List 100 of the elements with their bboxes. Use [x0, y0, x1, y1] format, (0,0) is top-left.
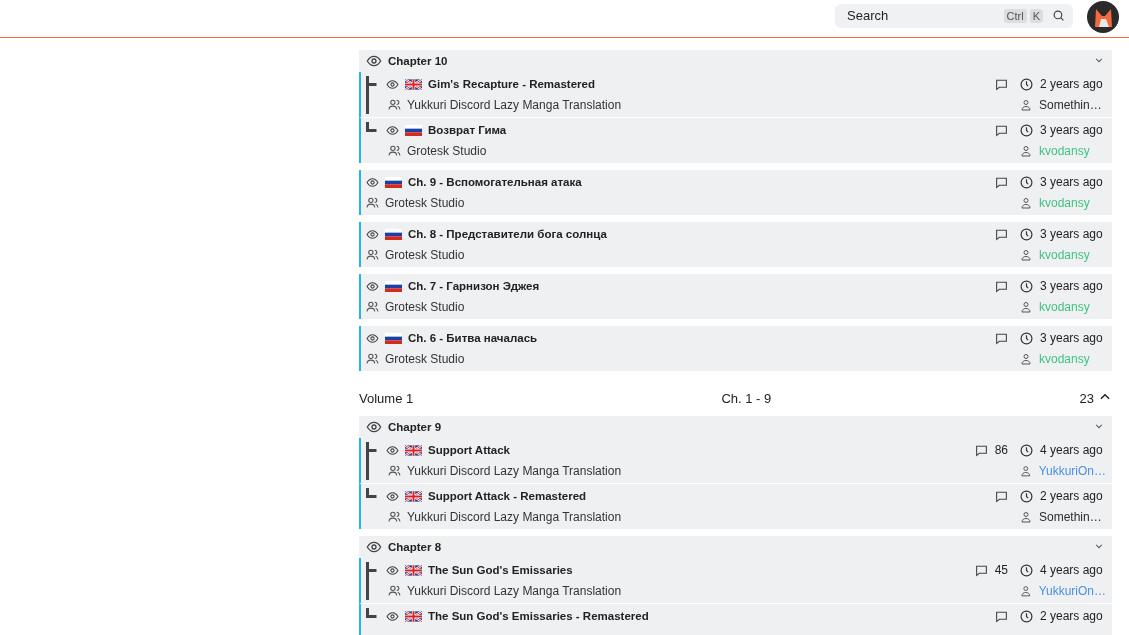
users-icon — [366, 300, 379, 314]
comment-icon[interactable] — [995, 331, 1008, 345]
uploader-name[interactable]: Somethin… — [1039, 97, 1102, 112]
chapter-title[interactable]: Support Attack — [428, 444, 510, 457]
eye-icon[interactable] — [386, 123, 399, 137]
user-icon — [1020, 352, 1032, 365]
chapter-heading[interactable]: Chapter 10 — [388, 55, 448, 67]
time-ago: 4 years ago — [1040, 443, 1103, 458]
chapter-title[interactable]: Gim's Recapture - Remastered — [428, 78, 595, 91]
time-ago: 3 years ago — [1040, 227, 1103, 242]
clock-icon — [1020, 279, 1033, 293]
chapter-row[interactable]: Ch. 9 - Вспомогательная атака Grotesk Studio 3 years ago kvodansy — [359, 170, 1112, 215]
chapter-title[interactable]: Ch. 9 - Вспомогательная атака — [408, 176, 582, 189]
chapter-title[interactable]: Support Attack - Remastered — [428, 490, 587, 503]
users-icon — [388, 464, 401, 478]
tree-end-icon — [366, 488, 377, 499]
group-name[interactable]: Grotesk Studio — [385, 299, 465, 314]
comment-icon[interactable] — [995, 609, 1008, 623]
chapter-title[interactable]: Возврат Гима — [428, 124, 507, 137]
chapter-row[interactable]: Support Attack Yukkuri Discord Lazy Manga Translation 86 4 years ago YukkuriOn… — [359, 438, 1112, 484]
users-icon — [388, 584, 401, 598]
chapter-row[interactable]: Ch. 6 - Битва началась Grotesk Studio 3 years ago kvodansy — [359, 326, 1112, 371]
chapter-heading[interactable]: Chapter 8 — [388, 541, 442, 553]
comment-icon[interactable] — [995, 227, 1008, 241]
eye-icon[interactable] — [386, 489, 399, 503]
eye-icon[interactable] — [366, 175, 379, 189]
group-name[interactable]: Grotesk Studio — [385, 247, 465, 262]
tree-branch-icon — [366, 562, 377, 601]
comment-icon[interactable] — [995, 77, 1008, 91]
group-name[interactable]: Yukkuri Discord Lazy Manga Translation — [407, 583, 622, 598]
eye-icon[interactable] — [366, 419, 382, 435]
clock-icon — [1020, 175, 1033, 189]
comment-count: 45 — [994, 563, 1008, 578]
user-icon — [1020, 144, 1032, 157]
chevron-down-icon[interactable] — [1094, 541, 1104, 551]
chapter-range: Ch. 1 - 9 — [721, 390, 772, 406]
time-ago: 3 years ago — [1040, 175, 1103, 190]
clock-icon — [1020, 331, 1033, 345]
time-ago: 2 years ago — [1040, 609, 1103, 624]
eye-icon[interactable] — [366, 279, 379, 293]
eye-icon[interactable] — [386, 563, 399, 577]
chapter-title[interactable]: Ch. 8 - Представители бога солнца — [408, 228, 607, 241]
eye-icon[interactable] — [366, 331, 379, 345]
user-icon — [1020, 464, 1032, 477]
group-name[interactable]: Grotesk Studio — [385, 195, 465, 210]
clock-icon — [1020, 77, 1033, 91]
group-name[interactable]: Yukkuri Discord Lazy Manga Translation — [407, 97, 622, 112]
group-name[interactable]: Yukkuri Discord Lazy Manga Translation — [407, 509, 622, 524]
user-icon — [1020, 584, 1032, 597]
comment-icon[interactable] — [974, 563, 988, 577]
eye-icon[interactable] — [386, 77, 399, 91]
user-icon — [1020, 300, 1032, 313]
user-icon — [1020, 98, 1032, 111]
users-icon — [388, 144, 401, 158]
chapter-row[interactable]: Возврат Гима Grotesk Studio 3 years ago kvodansy — [359, 118, 1112, 163]
chapter-title[interactable]: The Sun God's Emissaries — [428, 564, 573, 577]
volume-count: 23 — [1079, 390, 1094, 406]
chapter-row[interactable]: The Sun God's Emissaries Yukkuri Discord Lazy Manga Translation 45 4 years ago YukkuriOn… — [359, 558, 1112, 604]
chapter-row[interactable]: Ch. 7 - Гарнизон Эджея Grotesk Studio 3 years ago kvodansy — [359, 274, 1112, 319]
clock-icon — [1020, 227, 1033, 241]
eye-icon[interactable] — [366, 539, 382, 555]
chapter-row[interactable]: Ch. 8 - Представители бога солнца Grotesk Studio 3 years ago kvodansy — [359, 222, 1112, 267]
search-icon[interactable] — [1052, 9, 1065, 22]
comment-count: 86 — [994, 443, 1008, 458]
clock-icon — [1020, 123, 1033, 137]
time-ago: 2 years ago — [1040, 77, 1103, 92]
comment-icon[interactable] — [995, 175, 1008, 189]
user-icon — [1020, 196, 1032, 209]
group-name[interactable]: Grotesk Studio — [385, 351, 465, 366]
clock-icon — [1020, 443, 1033, 457]
clock-icon — [1020, 609, 1033, 623]
chapter-title[interactable]: Ch. 7 - Гарнизон Эджея — [408, 280, 540, 293]
tree-branch-icon — [366, 76, 377, 115]
clock-icon — [1020, 489, 1033, 503]
chapter-row[interactable]: Support Attack - Remastered Yukkuri Discord Lazy Manga Translation 2 years ago Somethin… — [359, 484, 1112, 529]
comment-icon[interactable] — [995, 123, 1008, 137]
time-ago: 3 years ago — [1040, 279, 1103, 294]
chevron-down-icon[interactable] — [1094, 55, 1104, 65]
group-name[interactable]: Grotesk Studio — [407, 143, 487, 158]
chapter-title[interactable]: The Sun God's Emissaries - Remastered — [428, 610, 649, 623]
avatar-icon[interactable] — [1087, 0, 1119, 33]
time-ago: 2 years ago — [1040, 489, 1103, 504]
group-name[interactable]: Yukkuri Discord Lazy Manga Translation — [407, 463, 622, 478]
eye-icon[interactable] — [386, 443, 399, 457]
eye-icon[interactable] — [366, 53, 382, 69]
users-icon — [366, 352, 379, 366]
user-icon — [1020, 248, 1032, 261]
comment-icon[interactable] — [995, 489, 1008, 503]
comment-icon[interactable] — [974, 443, 988, 457]
eye-icon[interactable] — [386, 609, 399, 623]
comment-icon[interactable] — [995, 279, 1008, 293]
eye-icon[interactable] — [366, 227, 379, 241]
chapter-row[interactable]: The Sun God's Emissaries - Remastered 2 years ago — [359, 604, 1112, 635]
chevron-down-icon[interactable] — [1094, 421, 1104, 431]
chapter-title[interactable]: Ch. 6 - Битва началась — [408, 332, 538, 345]
time-ago: 3 years ago — [1040, 331, 1103, 346]
chapter-row[interactable]: Gim's Recapture - Remastered Yukkuri Discord Lazy Manga Translation 2 years ago Somethin… — [359, 72, 1112, 118]
chapter-heading[interactable]: Chapter 9 — [388, 421, 442, 433]
time-ago: 4 years ago — [1040, 563, 1103, 578]
uploader-name[interactable]: Somethin… — [1039, 509, 1102, 524]
